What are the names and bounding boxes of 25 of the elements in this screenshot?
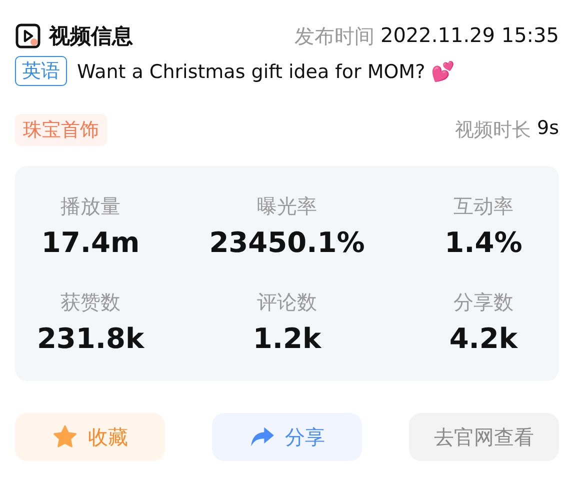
stat-label: 获赞数 bbox=[60, 288, 121, 316]
stat-label: 播放量 bbox=[60, 192, 121, 220]
stat-value: 231.8k bbox=[36, 322, 144, 354]
stat-label: 互动率 bbox=[453, 192, 514, 220]
language-tag: 英语 bbox=[15, 56, 67, 86]
share-button[interactable]: 分享 bbox=[212, 413, 362, 461]
stat-label: 评论数 bbox=[256, 288, 317, 316]
video-caption: Want a Christmas gift idea for MOM? 💕 bbox=[77, 60, 456, 82]
duration-value: 9s bbox=[537, 117, 559, 141]
stat-value: 4.2k bbox=[449, 322, 518, 354]
stat-label: 曝光率 bbox=[256, 192, 317, 220]
favorite-button[interactable]: 收藏 bbox=[15, 413, 165, 461]
stat-label: 分享数 bbox=[453, 288, 514, 316]
video-icon bbox=[15, 23, 41, 49]
category-tag: 珠宝首饰 bbox=[15, 114, 107, 146]
publish-label: 发布时间 bbox=[294, 22, 374, 50]
stat-value: 23450.1% bbox=[209, 226, 365, 258]
website-button[interactable]: 去官网查看 bbox=[409, 413, 559, 461]
publish-time: 2022.11.29 15:35 bbox=[380, 22, 559, 48]
stat-value: 1.4% bbox=[444, 226, 522, 258]
section-title: 视频信息 bbox=[49, 23, 133, 50]
star-icon bbox=[52, 424, 78, 450]
duration-label: 视频时长 bbox=[455, 118, 531, 143]
stat-value: 17.4m bbox=[41, 226, 140, 258]
stat-value: 1.2k bbox=[252, 322, 322, 354]
